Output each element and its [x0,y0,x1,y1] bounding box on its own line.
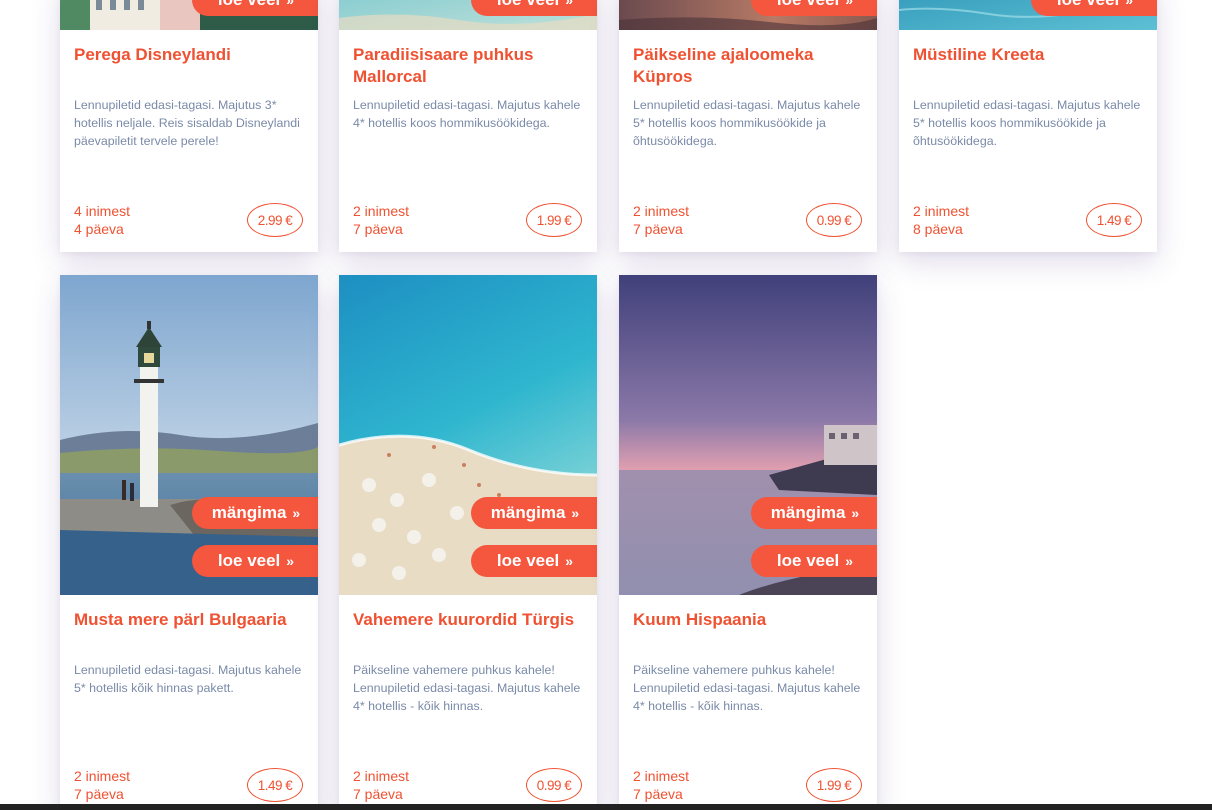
play-button[interactable]: mängima » [192,497,318,529]
people-count: 2 inimest [353,768,410,784]
chevron-right-icon: » [286,553,294,569]
chevron-right-icon: » [565,0,573,8]
card-description: Lennupiletid edasi-tagasi. Majutus 3* ho… [74,98,300,148]
days-count: 7 päeva [353,786,403,802]
card-title: Vahemere kuurordid Türgis [353,610,575,629]
card-meta: 2 inimest 7 päeva [353,202,409,238]
people-count: 2 inimest [633,203,690,219]
people-count: 2 inimest [74,768,131,784]
price-badge[interactable]: 1.99 € [806,768,862,802]
chevron-right-icon: » [286,0,294,8]
play-button[interactable]: mängima » [471,497,597,529]
days-count: 7 päeva [353,221,403,237]
read-more-label: loe veel [496,551,560,570]
price-badge[interactable]: 2.99 € [247,203,303,237]
read-more-button[interactable]: loe veel » [751,0,877,16]
read-more-label: loe veel [777,0,839,10]
card-meta: 2 inimest 7 päeva [74,767,130,803]
read-more-button[interactable]: loe veel » [1031,0,1157,16]
chevron-right-icon: » [845,0,853,8]
read-more-button[interactable]: loe veel » [751,545,877,577]
people-count: 2 inimest [353,203,410,219]
chevron-right-icon: » [565,553,573,569]
play-button[interactable]: mängima » [751,497,877,529]
play-label: mängima [490,503,566,522]
price-badge[interactable]: 1.49 € [247,768,303,802]
card-title: Päikseline ajaloomeka Küpros [633,45,814,86]
card-title: Paradiisisaare puhkus Mallorcal [353,45,534,86]
offer-card-mallorca[interactable]: loe veel » Paradiisisaare puhkus Mallorc… [339,0,597,252]
read-more-label: loe veel [776,551,840,570]
people-count: 4 inimest [74,203,131,219]
read-more-label: loe veel [497,0,559,10]
card-description: Lennupiletid edasi-tagasi. Majutus kahel… [74,663,302,695]
price-badge[interactable]: 0.99 € [806,203,862,237]
page-bottom-bar [0,804,1212,810]
offer-card-crete[interactable]: loe veel » Müstiline Kreeta Lennupiletid… [899,0,1157,252]
offer-card-turkey[interactable]: mängima » loe veel » Vahemere kuurordid … [339,275,597,810]
play-label: mängima [211,503,287,522]
price-badge[interactable]: 1.49 € [1086,203,1142,237]
read-more-button[interactable]: loe veel » [471,545,597,577]
card-meta: 2 inimest 7 päeva [353,767,409,803]
chevron-right-icon: » [1125,0,1133,8]
people-count: 2 inimest [633,768,690,784]
card-title: Musta mere pärl Bulgaaria [74,610,287,629]
chevron-right-icon: » [292,505,300,521]
offer-card-bulgaria[interactable]: mängima » loe veel » Musta mere pärl Bul… [60,275,318,810]
card-description: Lennupiletid edasi-tagasi. Majutus kahel… [913,98,1141,148]
offer-card-spain[interactable]: mängima » loe veel » Kuum Hispaania Päik… [619,275,877,810]
chevron-right-icon: » [851,505,859,521]
card-title: Kuum Hispaania [633,610,767,629]
read-more-button[interactable]: loe veel » [192,545,318,577]
card-title: Müstiline Kreeta [913,45,1045,64]
chevron-right-icon: » [571,505,579,521]
card-description: Päikseline vahemere puhkus kahele! Lennu… [353,663,581,713]
card-description: Lennupiletid edasi-tagasi. Majutus kahel… [633,98,861,148]
read-more-label: loe veel [217,551,281,570]
days-count: 8 päeva [913,221,963,237]
days-count: 7 päeva [74,786,124,802]
offer-card-cyprus[interactable]: loe veel » Päikseline ajaloomeka Küpros … [619,0,877,252]
card-meta: 4 inimest 4 päeva [74,202,130,238]
read-more-button[interactable]: loe veel » [192,0,318,16]
card-meta: 2 inimest 7 päeva [633,767,689,803]
card-meta: 2 inimest 8 päeva [913,202,969,238]
chevron-right-icon: » [845,553,853,569]
play-label: mängima [770,503,846,522]
offer-card-disneyland[interactable]: loe veel » Perega Disneylandi Lennupilet… [60,0,318,252]
people-count: 2 inimest [913,203,970,219]
read-more-button[interactable]: loe veel » [471,0,597,16]
days-count: 7 päeva [633,786,683,802]
card-title: Perega Disneylandi [74,45,231,64]
read-more-label: loe veel [218,0,280,10]
days-count: 4 päeva [74,221,124,237]
price-badge[interactable]: 1.99 € [526,203,582,237]
card-meta: 2 inimest 7 päeva [633,202,689,238]
days-count: 7 päeva [633,221,683,237]
card-description: Lennupiletid edasi-tagasi. Majutus kahel… [353,98,581,130]
read-more-label: loe veel [1057,0,1119,10]
card-description: Päikseline vahemere puhkus kahele! Lennu… [633,663,861,713]
price-badge[interactable]: 0.99 € [526,768,582,802]
